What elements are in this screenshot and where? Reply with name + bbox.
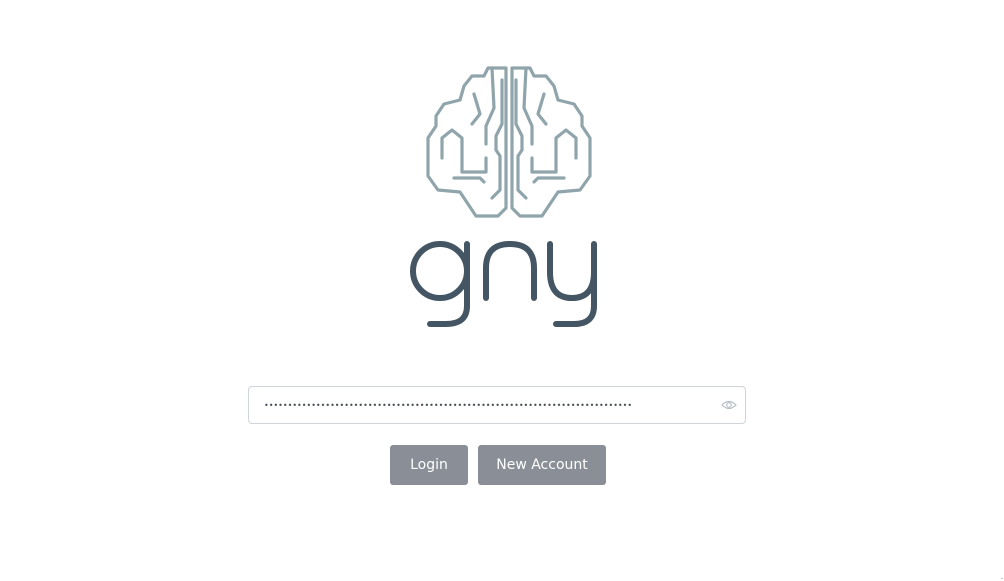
- login-button[interactable]: Login: [390, 445, 468, 485]
- login-page: Login New Account: [0, 0, 1004, 581]
- brain-logo-icon: [426, 66, 592, 218]
- passphrase-input[interactable]: [249, 387, 709, 423]
- corner-mark: [1001, 578, 1003, 579]
- passphrase-field: [248, 386, 746, 424]
- gny-wordmark: [410, 240, 597, 327]
- eye-icon[interactable]: [721, 399, 737, 411]
- new-account-button[interactable]: New Account: [478, 445, 606, 485]
